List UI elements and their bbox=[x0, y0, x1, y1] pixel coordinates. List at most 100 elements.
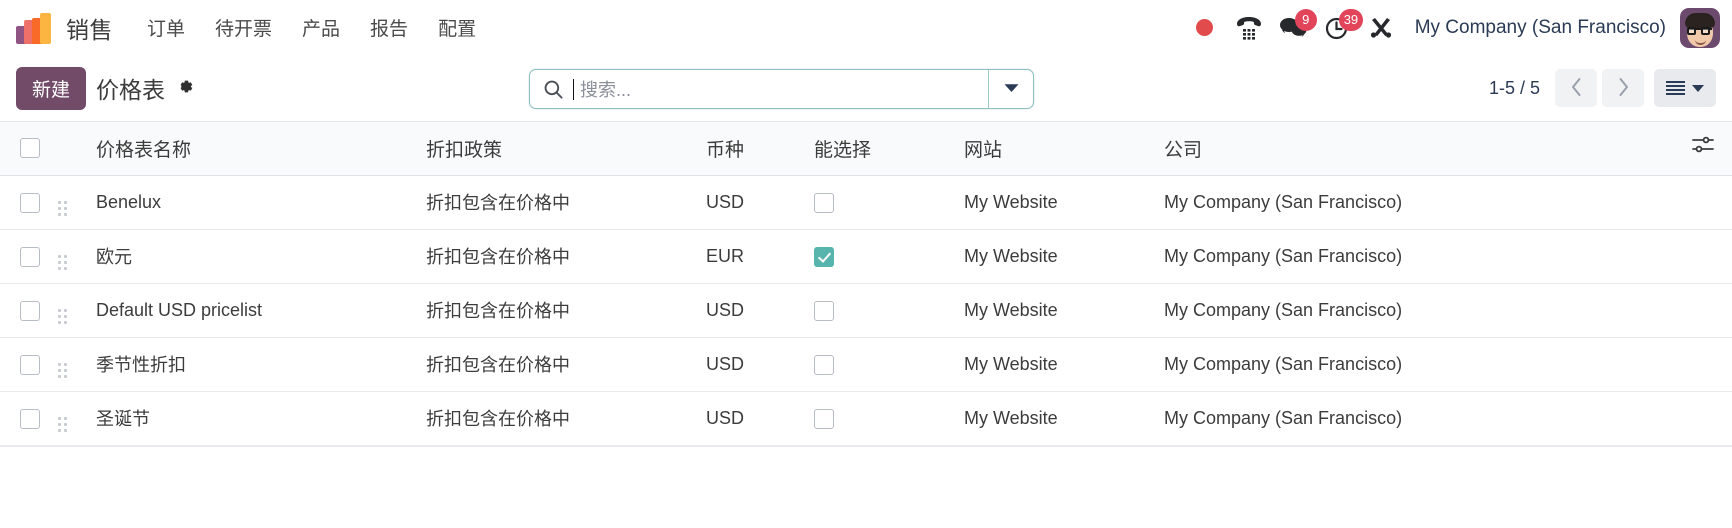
row-select-checkbox[interactable] bbox=[20, 408, 40, 429]
cell-pricelist-name[interactable]: 季节性折扣 bbox=[88, 337, 418, 392]
sales-app-logo-icon[interactable] bbox=[16, 12, 52, 44]
handle-column-header bbox=[58, 122, 88, 176]
nav-item-configuration[interactable]: 配置 bbox=[426, 10, 488, 45]
cell-company[interactable]: My Company (San Francisco) bbox=[1156, 283, 1680, 338]
selectable-checkbox[interactable] bbox=[814, 246, 834, 267]
header-row: 价格表名称 折扣政策 币种 能选择 网站 公司 bbox=[0, 122, 1732, 176]
messages-counter-badge: 9 bbox=[1294, 8, 1317, 31]
cell-currency[interactable]: USD bbox=[698, 175, 806, 230]
drag-handle-icon[interactable] bbox=[58, 417, 67, 432]
cell-selectable bbox=[806, 337, 956, 392]
column-website[interactable]: 网站 bbox=[956, 122, 1156, 176]
cell-discount-policy[interactable]: 折扣包含在价格中 bbox=[418, 391, 698, 446]
drag-handle-icon[interactable] bbox=[58, 309, 67, 324]
row-select-checkbox[interactable] bbox=[20, 354, 40, 375]
nav-item-orders[interactable]: 订单 bbox=[135, 10, 197, 45]
nav-item-products[interactable]: 产品 bbox=[290, 10, 352, 45]
cell-discount-policy[interactable]: 折扣包含在价格中 bbox=[418, 229, 698, 284]
cell-pricelist-name[interactable]: 圣诞节 bbox=[88, 391, 418, 446]
pager-next-button[interactable] bbox=[1602, 69, 1644, 107]
table-header: 价格表名称 折扣政策 币种 能选择 网站 公司 bbox=[0, 122, 1732, 176]
clock-icon[interactable]: 39 bbox=[1315, 6, 1364, 50]
cell-selectable bbox=[806, 283, 956, 338]
user-avatar[interactable] bbox=[1680, 7, 1720, 48]
drag-handle-icon[interactable] bbox=[58, 201, 67, 216]
row-options-cell bbox=[1680, 175, 1732, 230]
table-row[interactable]: 欧元 折扣包含在价格中 EUR My Website My Company (S… bbox=[0, 229, 1732, 284]
new-record-button[interactable]: 新建 bbox=[16, 66, 87, 110]
chat-bubbles-icon[interactable]: 9 bbox=[1271, 6, 1317, 50]
row-options-cell bbox=[1680, 283, 1732, 338]
cell-website[interactable]: My Website bbox=[956, 229, 1156, 284]
row-select-checkbox[interactable] bbox=[20, 246, 40, 267]
cell-selectable bbox=[806, 229, 956, 284]
column-currency[interactable]: 币种 bbox=[698, 122, 806, 176]
cell-discount-policy[interactable]: 折扣包含在价格中 bbox=[418, 175, 698, 230]
column-company[interactable]: 公司 bbox=[1156, 122, 1680, 176]
search-placeholder: 搜索... bbox=[580, 80, 632, 100]
row-drag-cell bbox=[58, 391, 88, 446]
tools-icon[interactable] bbox=[1359, 6, 1403, 50]
cell-company[interactable]: My Company (San Francisco) bbox=[1156, 391, 1680, 446]
list-footer-empty-area bbox=[0, 445, 1732, 500]
drag-handle-icon[interactable] bbox=[58, 363, 67, 378]
row-drag-cell bbox=[58, 175, 88, 230]
column-selectable[interactable]: 能选择 bbox=[806, 122, 956, 176]
cell-website[interactable]: My Website bbox=[956, 337, 1156, 392]
selectable-checkbox[interactable] bbox=[814, 300, 834, 321]
cell-company[interactable]: My Company (San Francisco) bbox=[1156, 175, 1680, 230]
cell-discount-policy[interactable]: 折扣包含在价格中 bbox=[418, 337, 698, 392]
selectable-checkbox[interactable] bbox=[814, 354, 834, 375]
selectable-checkbox[interactable] bbox=[814, 192, 834, 213]
search-dropdown-toggle[interactable] bbox=[988, 70, 1033, 108]
row-select-cell bbox=[0, 337, 58, 392]
drag-handle-icon[interactable] bbox=[58, 255, 67, 270]
text-cursor bbox=[573, 78, 574, 100]
view-switcher-list-button[interactable] bbox=[1654, 69, 1716, 107]
cell-pricelist-name[interactable]: 欧元 bbox=[88, 229, 418, 284]
cell-website[interactable]: My Website bbox=[956, 175, 1156, 230]
cell-pricelist-name[interactable]: Default USD pricelist bbox=[88, 283, 418, 338]
row-drag-cell bbox=[58, 229, 88, 284]
search-icon bbox=[543, 79, 564, 100]
row-select-checkbox[interactable] bbox=[20, 300, 40, 321]
pager-previous-button[interactable] bbox=[1555, 69, 1597, 107]
cell-pricelist-name[interactable]: Benelux bbox=[88, 175, 418, 230]
control-panel-right: 1-5 / 5 bbox=[1489, 69, 1716, 107]
selectable-checkbox[interactable] bbox=[814, 408, 834, 429]
select-all-cell bbox=[0, 122, 58, 176]
chevron-left-icon bbox=[1570, 77, 1583, 100]
cell-currency[interactable]: EUR bbox=[698, 229, 806, 284]
column-pricelist-name[interactable]: 价格表名称 bbox=[88, 122, 418, 176]
gear-icon[interactable] bbox=[175, 77, 194, 99]
row-select-cell bbox=[0, 229, 58, 284]
pager-counter[interactable]: 1-5 / 5 bbox=[1489, 78, 1540, 99]
table-row[interactable]: 圣诞节 折扣包含在价格中 USD My Website My Company (… bbox=[0, 391, 1732, 446]
nav-item-reporting[interactable]: 报告 bbox=[358, 10, 420, 45]
cell-company[interactable]: My Company (San Francisco) bbox=[1156, 229, 1680, 284]
row-options-cell bbox=[1680, 391, 1732, 446]
cell-discount-policy[interactable]: 折扣包含在价格中 bbox=[418, 283, 698, 338]
cell-currency[interactable]: USD bbox=[698, 283, 806, 338]
search-input[interactable]: 搜索... bbox=[530, 70, 988, 108]
cell-website[interactable]: My Website bbox=[956, 391, 1156, 446]
app-name[interactable]: 销售 bbox=[66, 11, 113, 45]
cell-currency[interactable]: USD bbox=[698, 337, 806, 392]
row-select-checkbox[interactable] bbox=[20, 192, 40, 213]
table-row[interactable]: Default USD pricelist 折扣包含在价格中 USD My We… bbox=[0, 283, 1732, 338]
table-row[interactable]: 季节性折扣 折扣包含在价格中 USD My Website My Company… bbox=[0, 337, 1732, 392]
nav-item-to-invoice[interactable]: 待开票 bbox=[203, 10, 284, 45]
cell-website[interactable]: My Website bbox=[956, 283, 1156, 338]
phone-dialpad-icon[interactable] bbox=[1227, 6, 1271, 50]
row-drag-cell bbox=[58, 337, 88, 392]
record-dot-icon[interactable] bbox=[1183, 6, 1227, 50]
column-options-icon[interactable] bbox=[1692, 136, 1714, 159]
table-row[interactable]: Benelux 折扣包含在价格中 USD My Website My Compa… bbox=[0, 175, 1732, 230]
company-switcher[interactable]: My Company (San Francisco) bbox=[1415, 17, 1666, 39]
table-body: Benelux 折扣包含在价格中 USD My Website My Compa… bbox=[0, 175, 1732, 446]
row-options-cell bbox=[1680, 337, 1732, 392]
cell-currency[interactable]: USD bbox=[698, 391, 806, 446]
column-discount-policy[interactable]: 折扣政策 bbox=[418, 122, 698, 176]
select-all-checkbox[interactable] bbox=[20, 138, 40, 159]
cell-company[interactable]: My Company (San Francisco) bbox=[1156, 337, 1680, 392]
